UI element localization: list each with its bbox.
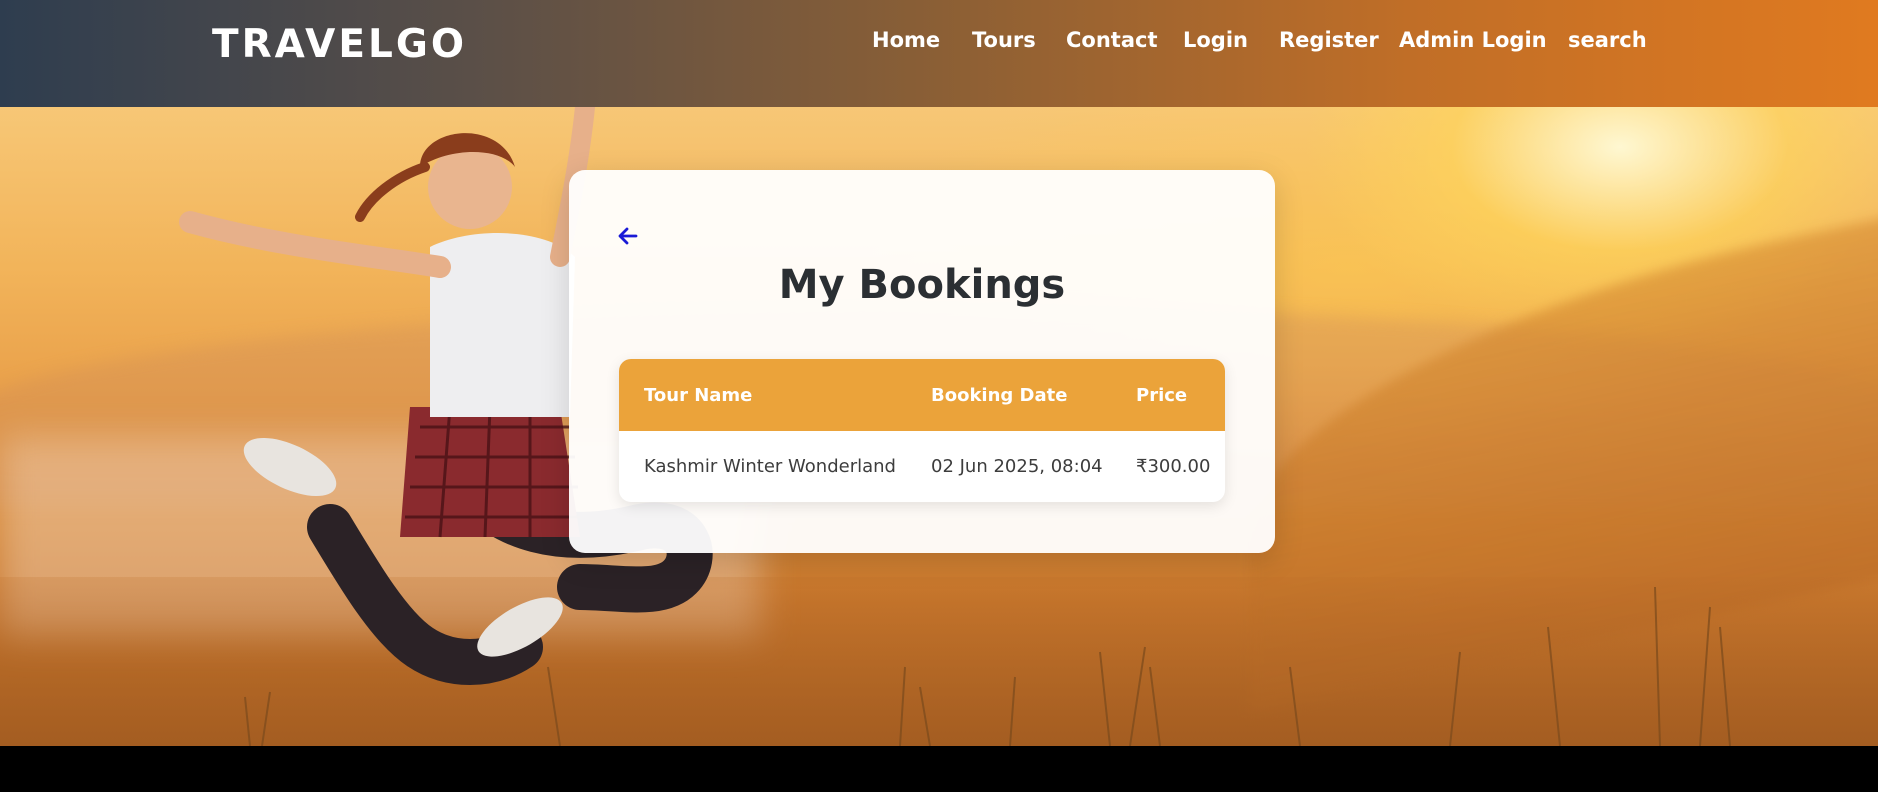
- table-header-row: Tour Name Booking Date Price: [619, 359, 1225, 431]
- column-header-tour-name: Tour Name: [644, 384, 753, 406]
- main-nav: Home Tours Contact Login Register Admin …: [0, 28, 1878, 58]
- arrow-left-icon[interactable]: [617, 226, 639, 246]
- bookings-table-container: Tour Name Booking Date Price Kashmir Win…: [619, 359, 1225, 502]
- nav-register-link[interactable]: Register: [1279, 28, 1379, 52]
- site-header: TRAVELGO Home Tours Contact Login Regist…: [0, 0, 1878, 107]
- column-header-price: Price: [1136, 384, 1188, 406]
- price-cell: ₹300.00: [1136, 456, 1211, 477]
- bookings-table: Tour Name Booking Date Price Kashmir Win…: [619, 359, 1225, 502]
- nav-home-link[interactable]: Home: [872, 28, 940, 52]
- booking-date-cell: 02 Jun 2025, 08:04: [931, 456, 1103, 477]
- page-footer: [0, 746, 1878, 792]
- nav-login-link[interactable]: Login: [1183, 28, 1248, 52]
- bookings-card: My Bookings Tour Name Booking Date Price…: [569, 170, 1275, 553]
- table-row: Kashmir Winter Wonderland 02 Jun 2025, 0…: [619, 431, 1225, 502]
- column-header-booking-date: Booking Date: [931, 384, 1068, 406]
- nav-contact-link[interactable]: Contact: [1066, 28, 1158, 52]
- nav-search-link[interactable]: search: [1568, 28, 1647, 52]
- page-title: My Bookings: [778, 262, 1066, 308]
- tour-name-cell: Kashmir Winter Wonderland: [644, 456, 896, 477]
- nav-tours-link[interactable]: Tours: [972, 28, 1036, 52]
- nav-admin-login-link[interactable]: Admin Login: [1399, 28, 1547, 52]
